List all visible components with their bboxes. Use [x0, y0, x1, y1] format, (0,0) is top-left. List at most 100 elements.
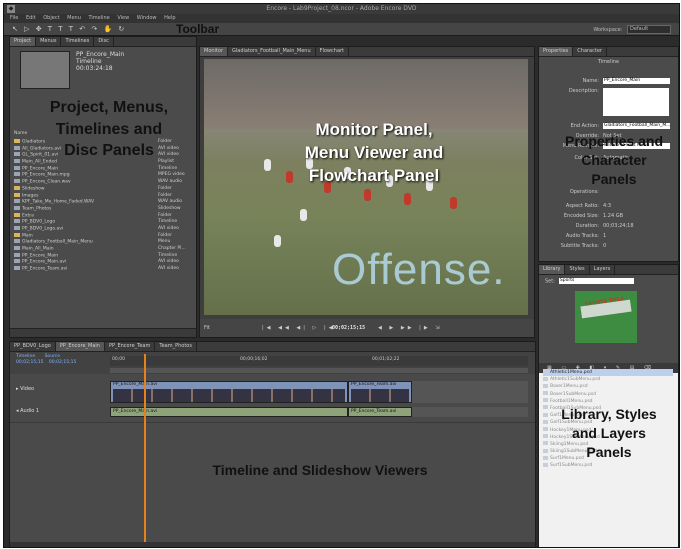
- tab-disc[interactable]: Disc: [94, 37, 114, 46]
- library-item[interactable]: Athletic1SubMenu.psd: [543, 376, 673, 383]
- monitor-tabs: Monitor Gladiators_Football_Main_Menu Flow…: [200, 47, 534, 57]
- tab-flowchart[interactable]: Flowchart: [316, 47, 350, 56]
- monitor-timecode[interactable]: 00;02;15;15: [332, 319, 365, 337]
- player-image: [364, 189, 371, 201]
- list-item[interactable]: Main_All_Main Chapter Pl...: [14, 246, 196, 253]
- transport-buttons[interactable]: |◀ ◀◀ ◀| ▷ |◀: [262, 319, 335, 337]
- info-label: Aspect Ratio:: [565, 203, 599, 209]
- menu-help[interactable]: Help: [164, 15, 175, 21]
- list-item[interactable]: Team_Photos Slideshow: [14, 205, 196, 213]
- annotation-line: Disc Panels: [64, 142, 154, 160]
- menu-bar: File Edit Object Menu Timeline View Wind…: [4, 14, 679, 23]
- transport-buttons-right[interactable]: ◀ ▶ ▶▶ |▶ ⇲: [378, 319, 442, 337]
- video-preview: Offense. Monitor Panel, Menu Viewer and …: [204, 59, 528, 315]
- file-icon: [14, 259, 20, 264]
- annotation-line: Panels: [586, 443, 632, 460]
- timeline-scrollbar[interactable]: [10, 542, 535, 547]
- library-item[interactable]: Boxer1Menu.psd: [543, 383, 673, 390]
- info-value: 4:3: [603, 203, 612, 209]
- ruler-tick: 00;00;16;02: [240, 357, 268, 362]
- playback-controls: Fit |◀ ◀◀ ◀| ▷ |◀ 00;02;15;15 ◀ ▶ ▶▶ |▶ …: [200, 319, 534, 337]
- item-type: Timeline: [158, 219, 178, 225]
- workspace-select[interactable]: Default: [627, 25, 671, 34]
- file-icon: [14, 246, 20, 250]
- set-label: Set:: [545, 278, 555, 285]
- video-track-header[interactable]: ▸ Video: [16, 386, 34, 392]
- menu-view[interactable]: View: [117, 15, 129, 21]
- workspace-label: Workspace:: [593, 27, 623, 33]
- annotation-line: Timelines and: [55, 120, 163, 138]
- tool-buttons[interactable]: ↖ ▷ ✥ T T T ↶ ↷ ✋ ↻: [12, 25, 126, 33]
- zoom-select[interactable]: Fit: [204, 319, 210, 337]
- file-icon: [14, 239, 20, 244]
- video-clip[interactable]: PP_Encore_Team.avi: [348, 381, 412, 403]
- tab-menu-viewer[interactable]: Gladiators_Football_Main_Menu: [228, 47, 316, 56]
- list-item[interactable]: Slideshow Folder: [14, 185, 196, 193]
- menu-timeline[interactable]: Timeline: [88, 15, 109, 21]
- menu-file[interactable]: File: [10, 15, 18, 21]
- video-track[interactable]: PP_Encore_Main.avi PP_Encore_Team.avi: [110, 381, 528, 403]
- menu-file-icon: [543, 369, 548, 374]
- tc-source-label: Source: [44, 354, 61, 359]
- tab-styles[interactable]: Styles: [565, 265, 590, 274]
- set-select[interactable]: Sports: [558, 278, 634, 284]
- tab-timeline-main[interactable]: PP_Encore_Main: [55, 342, 105, 351]
- library-item[interactable]: Boxer1SubMenu.psd: [543, 391, 673, 398]
- library-item-name: Surf1SubMenu.psd: [550, 463, 593, 469]
- list-item[interactable]: PP_Encore_Clean.wav WAV audio: [14, 179, 196, 186]
- annotation-line: Properties and: [564, 133, 664, 149]
- library-item[interactable]: Surf1SubMenu.psd: [543, 462, 673, 469]
- menu-edit[interactable]: Edit: [26, 15, 36, 21]
- tc-source-value[interactable]: 00;02;15;15: [49, 360, 76, 365]
- library-item-name: Athletic1Menu.psd: [550, 370, 592, 375]
- tab-timeline-team[interactable]: PP_Encore_Team: [105, 342, 156, 351]
- item-name: PP_Encore_Main: [22, 166, 59, 172]
- name-field[interactable]: PP_Encore_Main: [603, 78, 670, 84]
- audio-clip[interactable]: PP_Encore_Team.avi: [348, 407, 412, 417]
- audio-track[interactable]: PP_Encore_Main.avi PP_Encore_Team.avi: [110, 407, 528, 417]
- tab-properties[interactable]: Properties: [539, 47, 574, 56]
- list-item[interactable]: PP_BDV0_Logo Timeline: [14, 219, 196, 226]
- operations-label: Operations:: [569, 189, 599, 195]
- menu-file-icon: [543, 391, 548, 396]
- file-icon: [14, 252, 20, 257]
- library-item[interactable]: Athletic1Menu.psd: [543, 369, 673, 377]
- annotation-line: Panels: [591, 170, 637, 187]
- library-item-name: Football1Menu.psd: [550, 398, 593, 404]
- tab-timeline-bdv0[interactable]: PP_BDV0_Logo: [10, 342, 56, 351]
- list-item[interactable]: KPF_Take_Me_Home_Faded.WAV WAV audio: [14, 199, 196, 206]
- tab-character[interactable]: Character: [573, 47, 607, 56]
- menu-menu[interactable]: Menu: [67, 15, 81, 21]
- menu-object[interactable]: Object: [43, 15, 59, 21]
- tab-slideshow[interactable]: Team_Photos: [155, 342, 197, 351]
- audio-track-header[interactable]: ◂ Audio 1: [16, 408, 39, 414]
- file-icon: [14, 199, 20, 204]
- description-field[interactable]: [603, 88, 669, 116]
- workspace-control: Workspace: Default: [593, 25, 671, 34]
- list-item[interactable]: PP_BDV0_Logo.avi AVI video: [14, 225, 196, 233]
- menu-file-icon: [543, 383, 548, 388]
- chapter-marker-strip[interactable]: [110, 368, 528, 373]
- tab-monitor[interactable]: Monitor: [200, 47, 229, 56]
- item-name: PP_Encore_Team.avi: [22, 266, 68, 272]
- item-name: PP_BDV0_Logo: [22, 219, 56, 225]
- list-item[interactable]: Gladiators_Football_Main_Menu Menu: [14, 239, 196, 246]
- project-panel-footer: [10, 328, 196, 337]
- ruler-tick: 00;01;02;22: [372, 357, 400, 362]
- tab-library[interactable]: Library: [539, 265, 566, 274]
- player-image: [450, 197, 457, 209]
- tab-menus[interactable]: Menus: [36, 37, 62, 46]
- tab-project[interactable]: Project: [10, 37, 37, 46]
- clip-label: PP_Encore_Main.avi: [113, 382, 158, 387]
- end-action-select[interactable]: Gladiators_Football_Main_M...: [603, 123, 671, 129]
- tc-timeline-value[interactable]: 00;02;15;15: [16, 360, 43, 365]
- asset-name: PP_Encore_Main: [76, 51, 125, 58]
- menu-window[interactable]: Window: [137, 15, 157, 21]
- list-item[interactable]: PP_Encore_Team.avi AVI video: [14, 266, 196, 273]
- tab-timelines[interactable]: Timelines: [61, 37, 95, 46]
- tab-layers[interactable]: Layers: [590, 265, 616, 274]
- library-item[interactable]: Football1Menu.psd: [543, 398, 673, 405]
- time-ruler[interactable]: 00;00 00;00;16;02 00;01;02;22: [110, 356, 528, 373]
- info-label: Encoded Size:: [563, 213, 599, 219]
- current-time-indicator[interactable]: [144, 354, 146, 546]
